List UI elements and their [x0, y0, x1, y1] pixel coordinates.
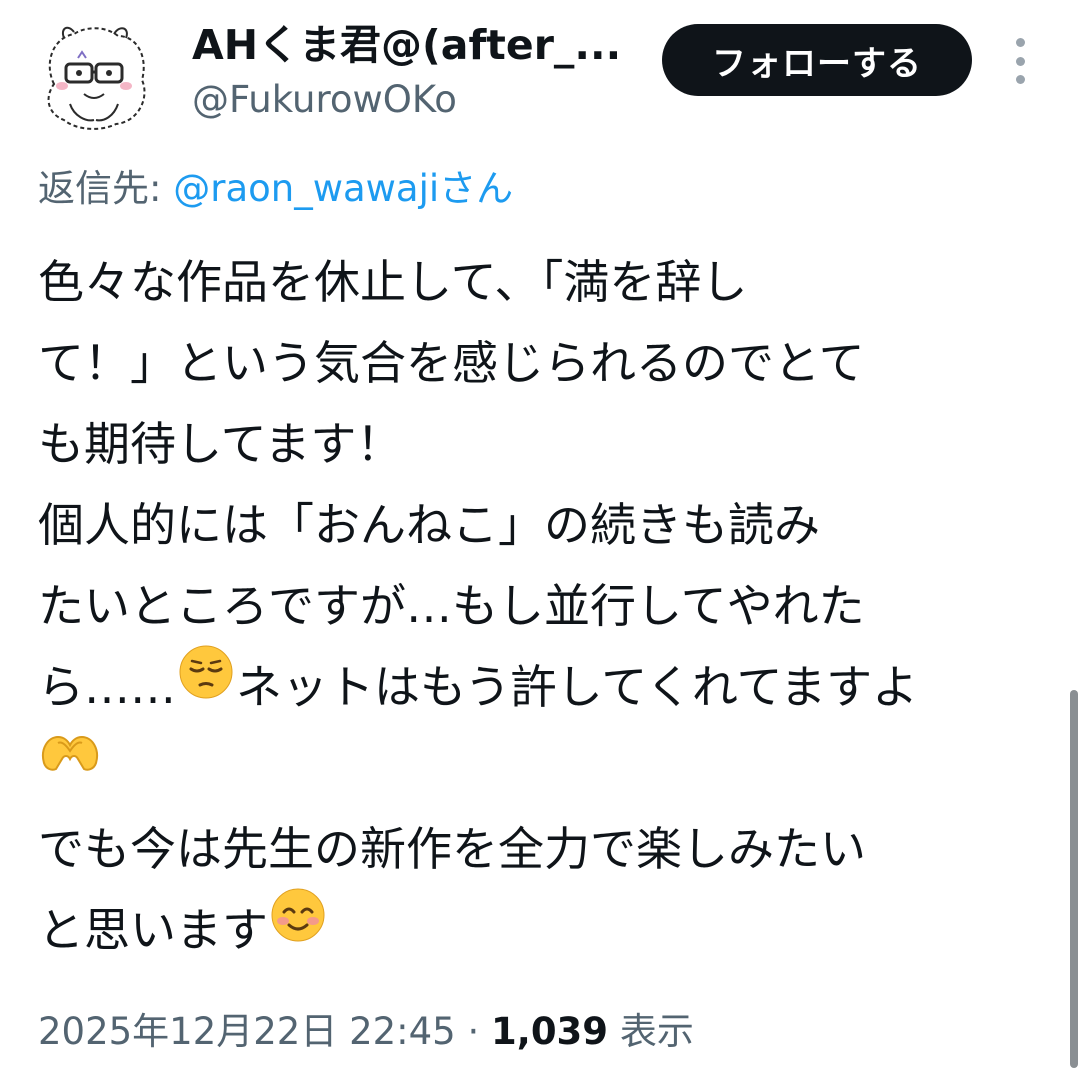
meta-separator: ·	[455, 1010, 492, 1053]
dot	[1015, 56, 1025, 66]
vertical-dots-icon[interactable]	[1008, 38, 1032, 84]
body-line: ら…… ネットはもう許してくれてますよ	[38, 645, 1048, 728]
dot	[1015, 75, 1025, 84]
body-line: と思います	[38, 888, 1048, 971]
body-line: たいところですが…もし並行してやれた	[38, 579, 865, 633]
body-line-text: と思います	[38, 903, 268, 957]
body-line-text: ら……	[38, 660, 176, 714]
tweet-body: 色々な作品を休止して、「満を辞し て！」という気合を感じられるのでとて も期待し…	[38, 242, 1048, 971]
reply-prefix: 返信先:	[38, 167, 174, 210]
author-display-name[interactable]: AHくま君@(after_...	[192, 18, 642, 72]
scrollbar[interactable]	[1070, 690, 1078, 1068]
body-line: て！」という気合を感じられるのでとて	[38, 336, 865, 390]
views-count: 1,039	[491, 1010, 609, 1053]
tweet-datetime[interactable]: 2025年12月22日 22:45	[38, 1010, 456, 1053]
body-line: でも今は先生の新作を全力で楽しみたい	[38, 822, 866, 876]
follow-button[interactable]: フォローする	[662, 24, 972, 96]
tweet-header: AHくま君@(after_... @FukurowOKo フォローする	[0, 0, 1080, 150]
reply-to: 返信先: @raon_wawajiさん	[38, 163, 513, 215]
smiling-face-icon	[268, 885, 328, 970]
body-line: も期待してます！	[38, 417, 403, 471]
body-line: 個人的には「おんねこ」の続きも読み	[38, 498, 820, 552]
dot	[1015, 38, 1025, 47]
body-line	[38, 728, 1048, 809]
reply-mention-link[interactable]: @raon_wawajiさん	[173, 167, 513, 210]
avatar[interactable]	[34, 24, 154, 134]
sketch-avatar-icon	[47, 26, 146, 130]
views-label: 表示	[608, 1010, 694, 1053]
author-handle[interactable]: @FukurowOKo	[192, 74, 642, 126]
heart-hands-icon	[38, 723, 102, 808]
author-names[interactable]: AHくま君@(after_... @FukurowOKo	[192, 18, 642, 126]
tweet-meta: 2025年12月22日 22:45 · 1,039 表示	[38, 1006, 694, 1058]
pensive-face-icon	[176, 642, 236, 727]
body-line: 色々な作品を休止して、「満を辞し	[38, 255, 748, 309]
body-line-text: ネットはもう許してくれてますよ	[236, 660, 919, 714]
